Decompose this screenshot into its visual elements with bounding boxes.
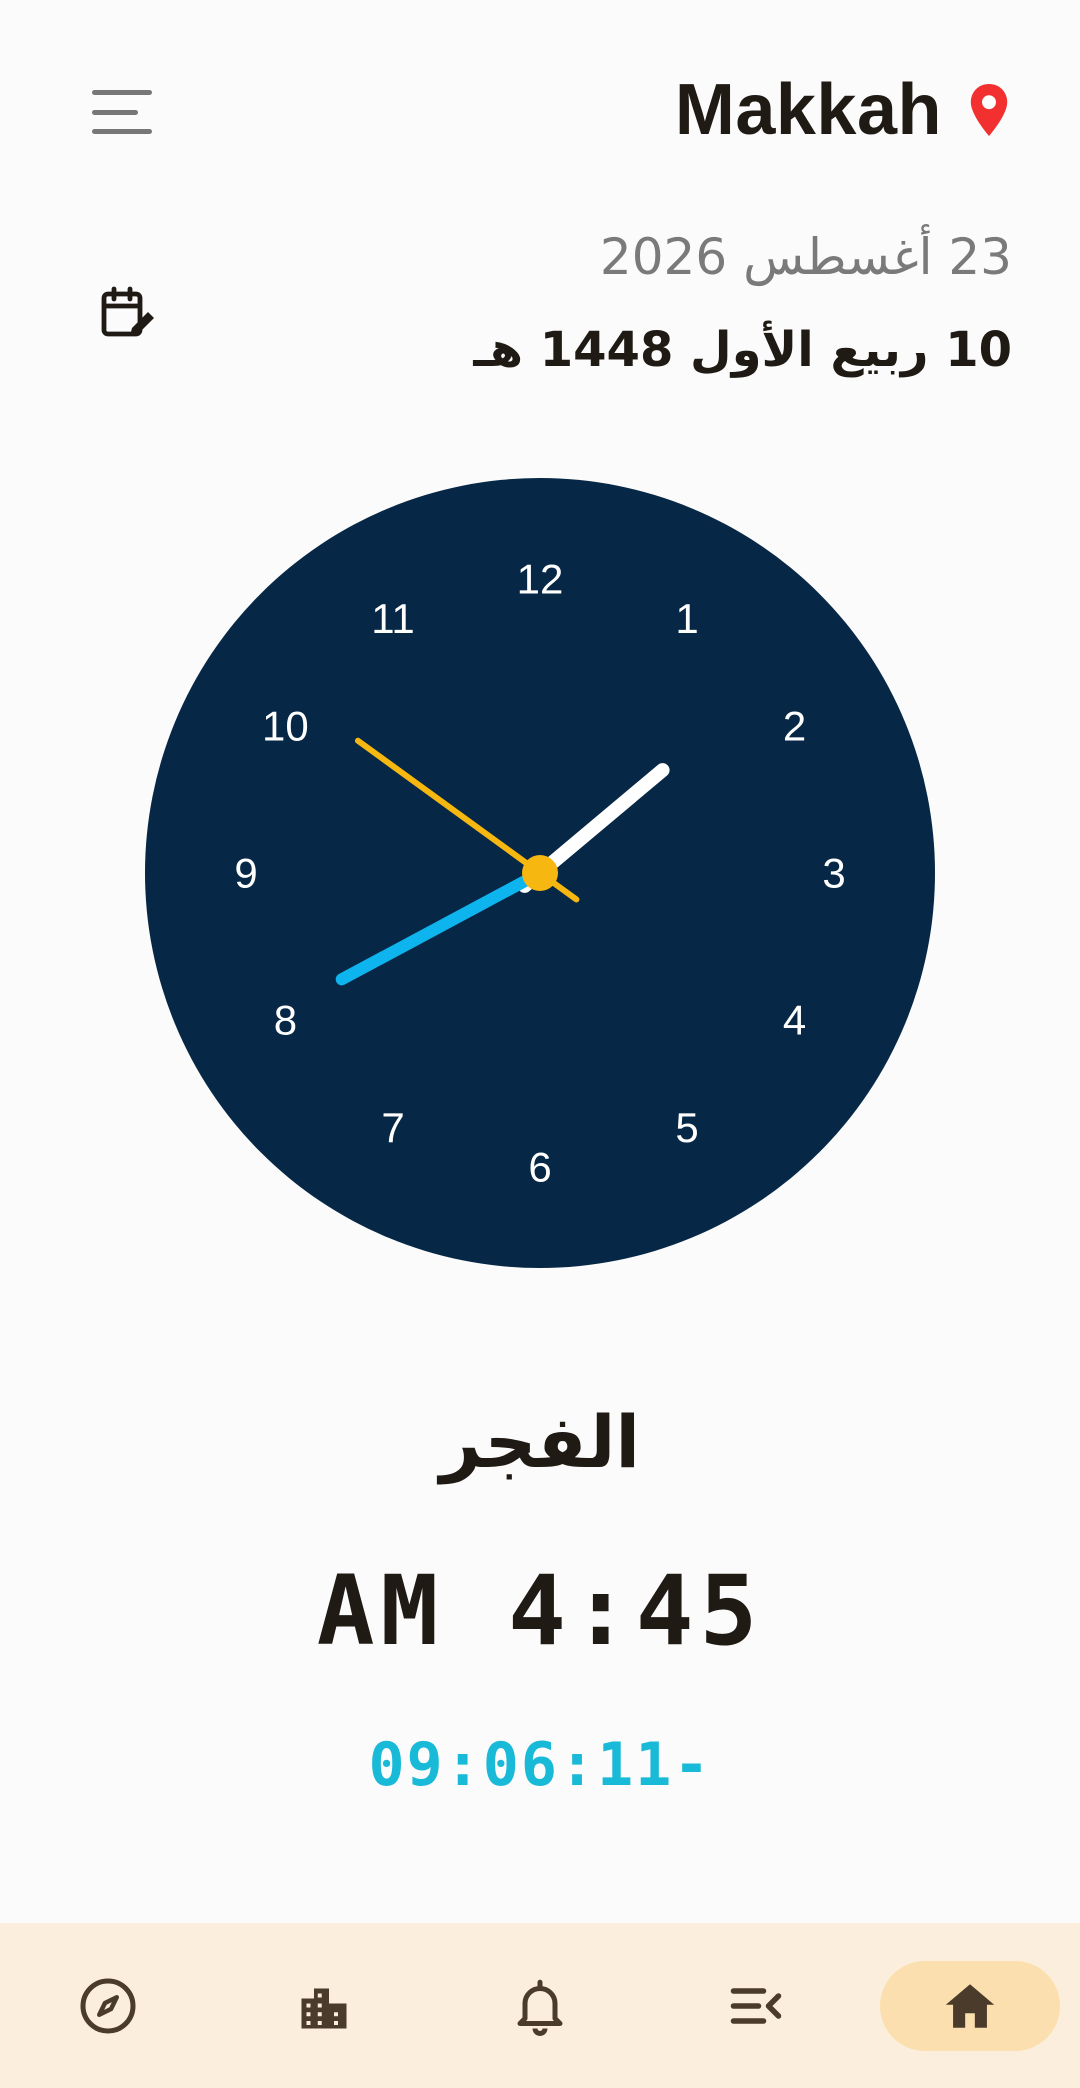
menu-bar: [92, 109, 138, 115]
analog-clock: 121234567891011: [145, 478, 935, 1268]
map-pin-icon: [970, 84, 1008, 136]
bottom-navigation: [0, 1923, 1080, 2088]
bell-icon: [517, 1979, 563, 2036]
clock-number: 11: [371, 595, 415, 642]
clock-number: 6: [528, 1144, 551, 1191]
nav-alerts[interactable]: [470, 1923, 610, 2088]
clock-number: 5: [675, 1104, 698, 1151]
mosque-icon: [301, 1988, 347, 2028]
clock-number: 7: [381, 1104, 404, 1151]
clock-number: 8: [274, 997, 297, 1044]
clock-number: 3: [822, 850, 845, 897]
nav-home[interactable]: [880, 1961, 1060, 2051]
hijri-date: 10 ربيع الأول 1448 هـ: [473, 322, 1012, 378]
clock-number: 4: [783, 997, 806, 1044]
gregorian-date: 23 أغسطس 2026: [599, 228, 1012, 286]
prayer-times-screen: Makkah 23 أغسطس 2026 10 ربيع الأول 1448 …: [0, 0, 1080, 2088]
calendar-edit-icon[interactable]: [100, 286, 156, 342]
clock-center-dot: [522, 855, 558, 891]
prayer-name: الفجر: [439, 1400, 641, 1484]
clock-number: 12: [517, 556, 564, 603]
location-selector[interactable]: Makkah: [675, 70, 1010, 150]
city-name: Makkah: [674, 70, 942, 150]
clock-number: 9: [234, 850, 257, 897]
countdown-timer: 09:06:11-: [368, 1730, 712, 1800]
list-icon: [730, 1987, 782, 2024]
compass-icon: [80, 1978, 136, 2033]
nav-qibla[interactable]: [38, 1923, 178, 2088]
menu-bar: [92, 129, 152, 134]
menu-bar: [92, 90, 152, 95]
prayer-time: AM 4:45: [316, 1555, 764, 1667]
clock-number: 10: [262, 703, 309, 750]
nav-list[interactable]: [686, 1923, 826, 2088]
menu-icon[interactable]: [92, 90, 152, 134]
nav-mosques[interactable]: [254, 1923, 394, 2088]
clock-number: 1: [675, 595, 698, 642]
home-icon: [945, 1984, 995, 2028]
clock-number: 2: [783, 703, 806, 750]
